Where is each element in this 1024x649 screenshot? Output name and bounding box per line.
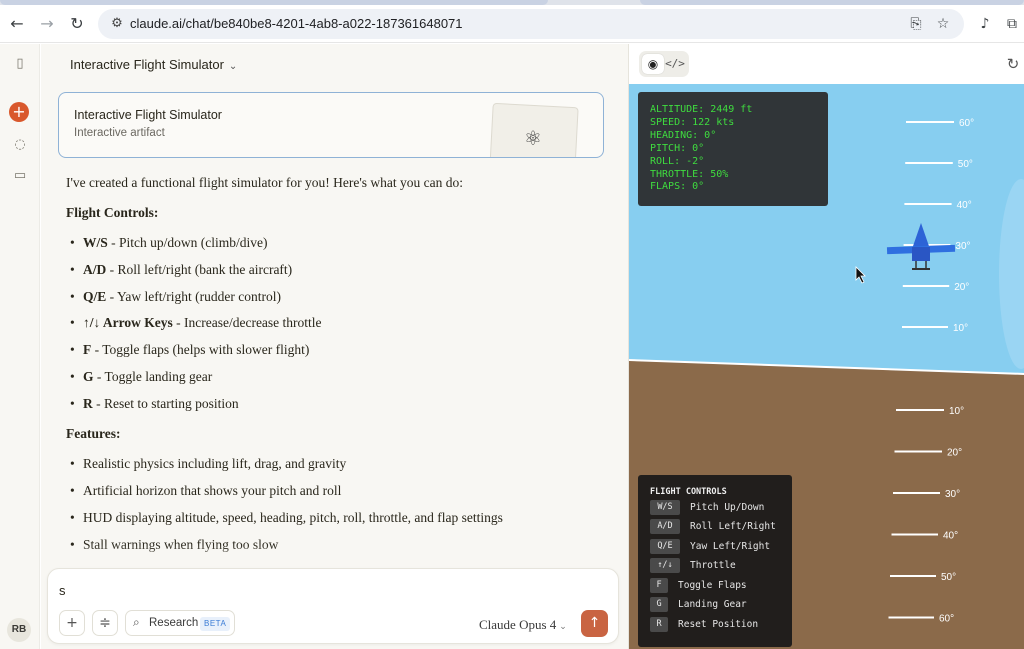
control-action: Yaw Left/Right: [690, 541, 771, 552]
sidebar-toggle-icon[interactable]: ▯: [10, 54, 30, 74]
model-selector[interactable]: Claude Opus 4 ⌄: [479, 617, 567, 633]
hud-pitch: PITCH: 0°: [650, 142, 705, 154]
artifact-subtitle: Interactive artifact: [74, 127, 165, 139]
pitch-ladder-label: 30°: [945, 489, 960, 500]
back-arrow-icon[interactable]: ←: [6, 13, 28, 35]
message-intro: I've created a functional flight simulat…: [66, 175, 463, 190]
chat-title-button[interactable]: Interactive Flight Simulator ⌄: [70, 57, 237, 72]
flight-controls-panel: FLIGHT CONTROLS W/S Pitch Up/Down A/D Roll…: [638, 475, 792, 647]
list-item: • ↑/↓ Arrow Keys - Increase/decrease thro…: [70, 315, 322, 330]
microphone-icon[interactable]: ♪: [975, 14, 995, 34]
pitch-ladder-label: 40°: [957, 200, 972, 211]
aircraft-fuselage: [912, 247, 930, 261]
list-item: • Realistic physics including lift, drag,…: [70, 456, 347, 471]
list-item: • A/D - Roll left/right (bank the aircraf…: [70, 262, 293, 277]
list-item: • HUD displaying altitude, speed, heading…: [70, 510, 503, 525]
pitch-ladder-label: 60°: [959, 118, 974, 129]
chat-panel: Interactive Flight Simulator ⌄ Interactiv…: [41, 44, 628, 649]
avatar[interactable]: RB: [7, 618, 31, 642]
hud-panel: ALTITUDE: 2449 ft SPEED: 122 kts HEADING…: [638, 92, 828, 206]
features-heading: Features:: [66, 426, 121, 441]
atom-icon: ⚛: [524, 126, 542, 150]
browser-toolbar: ← → ↻ ⚙ claude.ai/chat/be840be8-4201-4ab…: [0, 5, 1024, 43]
hud-throttle: THROTTLE: 50%: [650, 168, 729, 180]
key-badge: G: [650, 597, 668, 612]
add-content-button[interactable]: +: [59, 610, 85, 636]
puzzle-icon[interactable]: ⧉: [1002, 14, 1022, 34]
tune-icon[interactable]: ⚙: [108, 15, 126, 33]
list-item: • Artificial horizon that shows your pitc…: [70, 483, 342, 498]
pitch-ladder-label: 40°: [943, 531, 958, 542]
hud-heading: HEADING: 0°: [650, 129, 717, 141]
chevron-down-icon: ⌄: [559, 622, 567, 632]
install-app-icon[interactable]: ⎘: [907, 15, 925, 33]
arrow-up-icon: ↑: [588, 615, 601, 631]
search-icon: ⌕: [133, 615, 140, 629]
pitch-ladder-label: 60°: [939, 614, 954, 625]
list-item: • Q/E - Yaw left/right (rudder control): [70, 289, 281, 304]
control-action: Pitch Up/Down: [690, 502, 765, 513]
code-icon[interactable]: </>: [664, 54, 686, 74]
key-badge: ↑/↓: [650, 558, 680, 573]
pitch-ladder-label: 30°: [955, 241, 970, 252]
flight-controls-title: FLIGHT CONTROLS: [650, 487, 727, 497]
key-badge: Q/E: [650, 539, 680, 554]
tools-button[interactable]: ≑: [92, 610, 118, 636]
list-item: • W/S - Pitch up/down (climb/dive): [70, 235, 268, 250]
hud-altitude: ALTITUDE: 2449 ft: [650, 104, 753, 115]
hud-roll: ROLL: -2°: [650, 155, 705, 167]
send-button[interactable]: ↑: [581, 610, 608, 637]
pitch-ladder-label: 20°: [947, 448, 962, 459]
eye-icon[interactable]: ◉: [642, 54, 664, 74]
message-input[interactable]: s: [59, 583, 66, 598]
pitch-ladder-label: 10°: [949, 406, 964, 417]
control-action: Toggle Flaps: [678, 580, 747, 591]
list-item: • R - Reset to starting position: [70, 396, 239, 411]
artifact-preview-panel: ◉ </> ↻ 60° 50° 40° 30° 20° 10° 10° 20° 30° 40° 50…: [628, 44, 1024, 649]
pitch-ladder-label: 10°: [953, 323, 968, 334]
pitch-ladder-label: 20°: [954, 282, 969, 293]
projects-icon[interactable]: ▭: [10, 166, 30, 186]
key-badge: R: [650, 617, 668, 632]
control-action: Throttle: [690, 560, 736, 571]
url-text[interactable]: claude.ai/chat/be840be8-4201-4ab8-a022-1…: [130, 16, 463, 31]
beta-badge: BETA: [200, 617, 231, 631]
control-action: Landing Gear: [678, 599, 747, 610]
key-badge: W/S: [650, 500, 680, 515]
artifact-card[interactable]: Interactive Flight Simulator Interactive…: [58, 92, 604, 158]
flight-sim-canvas[interactable]: 60° 50° 40° 30° 20° 10° 10° 20° 30° 40° 50° 60° ALT…: [629, 84, 1024, 649]
forward-arrow-icon[interactable]: →: [36, 13, 58, 35]
reload-icon[interactable]: ↻: [66, 13, 88, 35]
control-action: Reset Position: [678, 619, 759, 630]
control-action: Roll Left/Right: [690, 521, 776, 532]
preview-code-toggle[interactable]: ◉ </>: [639, 51, 689, 77]
left-rail: ▯ + ◌ ▭ RB: [0, 44, 40, 649]
research-label: Research: [149, 617, 199, 629]
new-chat-icon[interactable]: +: [9, 102, 29, 122]
research-button[interactable]: ⌕ Research BETA: [125, 610, 235, 636]
chat-title: Interactive Flight Simulator: [70, 57, 224, 72]
address-bar[interactable]: ⚙ claude.ai/chat/be840be8-4201-4ab8-a022…: [98, 9, 964, 39]
hud-flaps: FLAPS: 0°: [650, 181, 705, 193]
hud-speed: SPEED: 122 kts: [650, 116, 735, 128]
key-badge: F: [650, 578, 668, 593]
pitch-ladder-label: 50°: [941, 572, 956, 583]
list-item: • F - Toggle flaps (helps with slower fli…: [70, 342, 310, 357]
star-icon[interactable]: ☆: [934, 15, 952, 33]
pitch-ladder-label: 50°: [958, 159, 973, 170]
chats-icon[interactable]: ◌: [10, 135, 30, 155]
key-badge: A/D: [650, 519, 680, 534]
list-item: • G - Toggle landing gear: [70, 369, 213, 384]
controls-heading: Flight Controls:: [66, 205, 159, 220]
message-composer[interactable]: s + ≑ ⌕ Research BETA Claude Opus 4 ⌄ ↑: [47, 568, 619, 644]
model-name: Claude Opus 4: [479, 617, 557, 632]
artifact-title: Interactive Flight Simulator: [74, 108, 222, 122]
chevron-down-icon: ⌄: [228, 61, 238, 72]
refresh-icon[interactable]: ↻: [1003, 54, 1023, 74]
